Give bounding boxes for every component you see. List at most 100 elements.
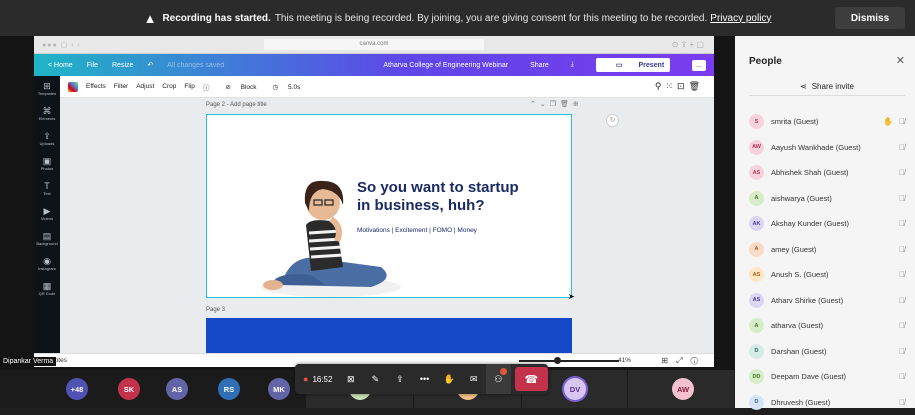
present-icon: ▭ [615,62,625,69]
mic-muted-icon: 🎙̸ [899,168,905,177]
participant-row[interactable]: Aatharva (Guest) 🎙̸ [749,313,911,338]
participant-row[interactable]: Aaishwarya (Guest) 🎙̸ [749,186,911,211]
filter-button[interactable]: Filter [114,83,128,90]
mic-muted-icon: 🎙̸ [899,321,905,330]
refresh-icon[interactable]: ↻ [606,114,619,127]
download-icon[interactable]: ⤓ [571,61,574,69]
effects-button[interactable]: Effects [86,83,106,90]
avatar[interactable]: AS [166,378,188,400]
privacy-policy-link[interactable]: Privacy policy [710,13,771,24]
resize-menu[interactable]: Resize [112,62,133,69]
design-canvas: Page 2 - Add page title ⌃⌄❐🗑⊕ So you wan… [60,98,714,353]
zoom-level[interactable]: 41% [618,357,631,364]
participant-name: Abhishek Shah (Guest) [771,168,849,177]
sidebar-item-instagram[interactable]: ◉ Instagram [34,251,60,276]
sidebar-item-label: Uploads [39,141,55,146]
avatar[interactable]: RS [218,378,240,400]
sidebar-item-text[interactable]: T Text [34,176,60,201]
slide-page-2[interactable]: So you want to startup in business, huh?… [206,114,572,298]
home-link[interactable]: < Home [48,62,73,69]
qr-code-icon: ▦ [42,281,52,291]
sidebar-item-photos[interactable]: ▣ Photos [34,151,60,176]
more-actions-icon[interactable]: ••• [412,374,437,384]
participant-row[interactable]: AS Atharv Shirke (Guest) 🎙̸ [749,288,911,313]
participant-row[interactable]: D Dhruvesh (Guest) 🎙̸ [749,390,911,415]
more-button[interactable]: ... [692,59,706,71]
slide-headline[interactable]: So you want to startup in business, huh? [357,179,519,215]
tile-avatar-active-speaker: DV [564,378,586,400]
duration-button[interactable]: ◷ 5.0s [265,83,301,91]
more-participants-avatar[interactable]: +48 [66,378,88,400]
leave-button[interactable]: ☎ [514,367,548,391]
mic-muted-icon: 🎙̸ [899,142,905,152]
browser-actions-icon: ⊙ ⇪ + ▢ [671,40,704,49]
sidebar-item-label: Elements [38,116,56,121]
undo-icon[interactable]: ↶ [147,61,153,69]
recording-icon: ● [303,374,309,384]
color-swatch[interactable] [68,81,78,92]
zoom-slider-handle[interactable] [554,357,561,364]
participant-name: amey (Guest) [771,244,817,254]
avatar: AS [749,292,764,308]
slide-page-3[interactable] [206,318,572,353]
sidebar-item-uploads[interactable]: ⇪ Uploads [34,126,60,151]
avatar: AS [749,267,764,282]
slide-subtitle[interactable]: Motivations | Excitement | FOMO | Money [357,227,477,234]
sidebar-item-templates[interactable]: ⊞ Templates [34,76,60,101]
mic-off-icon[interactable]: ✎ [363,374,388,385]
dismiss-button[interactable]: Dismiss [835,7,905,29]
flip-button[interactable]: Flip [184,83,194,90]
templates-icon: ⊞ [43,81,51,91]
participant-row[interactable]: Aamey (Guest) 🎙̸ [749,237,911,262]
browser-window: ●●● ▢ ‹ › canva.com ⊙ ⇪ + ▢ < Home File … [34,36,714,353]
toolbar-right-icons[interactable]: ⚲⁙⊡🗑 [655,81,704,92]
avatar[interactable]: SK [118,378,140,400]
block-button[interactable]: ⊘ Block [217,83,256,91]
chat-icon[interactable]: ✉ [461,374,486,385]
file-menu[interactable]: File [87,62,98,69]
text-icon: T [44,181,50,191]
participant-row[interactable]: AS Anush S. (Guest) 🎙̸ [749,262,911,287]
zoom-slider[interactable] [519,360,619,362]
sidebar-item-videos[interactable]: ▶ Videos [34,201,60,226]
adjust-button[interactable]: Adjust [136,83,154,90]
show-participants-button[interactable]: ⚇ [486,364,511,394]
participant-row[interactable]: DD Deepam Dave (Guest) 🎙̸ [749,364,911,389]
close-icon[interactable]: ✕ [896,54,905,67]
participant-row[interactable]: AK Akshay Kunder (Guest) 🎙̸ [749,211,911,236]
uploads-icon: ⇪ [43,131,51,141]
participant-name: Aayush Wankhade (Guest) [771,142,861,152]
address-bar[interactable]: canva.com [264,39,484,50]
share-invite-button[interactable]: ⋖ Share invite [749,78,905,96]
share-screen-icon[interactable]: ⇪ [388,374,413,385]
view-options-icon[interactable]: ⊞⤢ⓘ [661,356,706,366]
document-title[interactable]: Atharva College of Engineering Webinar [383,62,508,69]
sidebar-item-label: QR Code [38,291,56,296]
sidebar-item-elements[interactable]: ⌘ Elements [34,101,60,126]
page-3-title[interactable]: Page 3 [206,307,225,313]
mic-muted-icon: 🎙̸ [899,117,905,126]
tile-avatar: AW [672,378,694,400]
sidebar-item-background[interactable]: ▤ Background [34,226,60,251]
sidebar-item-qr-code[interactable]: ▦ QR Code [34,276,60,301]
share-button[interactable]: Share [530,62,549,69]
recording-banner: ▲ Recording has started. This meeting is… [0,0,915,36]
info-icon[interactable]: ⓘ [203,82,210,92]
present-button[interactable]: ▭ Present [595,58,671,72]
camera-off-icon[interactable]: ⊠ [338,374,363,385]
page-title[interactable]: Page 2 - Add page title [206,102,267,108]
crop-button[interactable]: Crop [162,83,176,90]
raise-hand-icon[interactable]: ✋ [437,374,462,385]
page-controls-icon[interactable]: ⌃⌄❐🗑⊕ [530,100,583,108]
participant-row[interactable]: AS Abhishek Shah (Guest) 🎙̸ [749,160,911,185]
participant-name: atharva (Guest) [771,321,824,330]
save-status: All changes saved [167,61,225,69]
canva-sidebar: ⊞ Templates ⌘ Elements ⇪ Uploads ▣ Photos TT… [34,76,60,353]
mic-muted-icon: 🎙̸ [899,270,905,279]
participant-row[interactable]: AW Aayush Wankhade (Guest) 🎙̸ [749,135,911,160]
present-label: Present [638,62,665,69]
participant-row[interactable]: D Darshan (Guest) 🎙̸ [749,339,911,364]
avatar[interactable]: MK [268,378,290,400]
participant-row[interactable]: Ssmrita (Guest) ✋ 🎙̸ [749,109,911,134]
avatar: AS [749,165,764,180]
